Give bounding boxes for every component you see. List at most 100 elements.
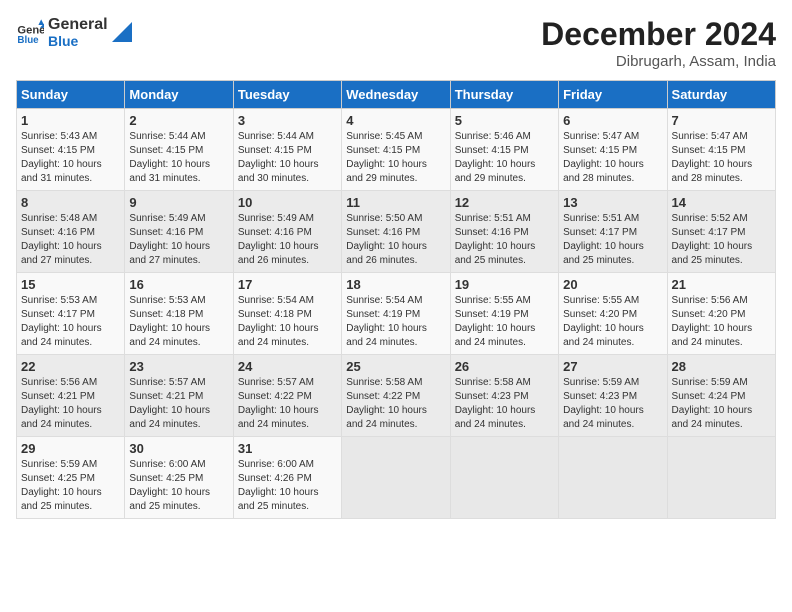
day-info: Sunrise: 5:50 AM Sunset: 4:16 PM Dayligh… xyxy=(346,212,445,268)
calendar-cell: 27 Sunrise: 5:59 AM Sunset: 4:23 PM Dayli… xyxy=(559,355,667,437)
day-number: 28 xyxy=(672,359,771,374)
col-sunday: Sunday xyxy=(17,81,125,109)
calendar-cell: 31Sunrise: 6:00 AM Sunset: 4:26 PM Dayli… xyxy=(233,437,341,519)
day-number: 29 xyxy=(21,441,120,456)
logo-arrow-icon xyxy=(112,22,132,42)
day-number: 17 xyxy=(238,277,337,292)
calendar-week-row: 15Sunrise: 5:53 AM Sunset: 4:17 PM Dayli… xyxy=(17,273,776,355)
day-info: Sunrise: 5:56 AM Sunset: 4:20 PM Dayligh… xyxy=(672,294,771,350)
calendar-cell: 8 Sunrise: 5:48 AM Sunset: 4:16 PM Daylig… xyxy=(17,191,125,273)
day-number: 14 xyxy=(672,195,771,210)
title-block: December 2024 Dibrugarh, Assam, India xyxy=(541,16,776,70)
calendar-cell: 9 Sunrise: 5:49 AM Sunset: 4:16 PM Daylig… xyxy=(125,191,233,273)
calendar: Sunday Monday Tuesday Wednesday Thursday… xyxy=(16,80,776,519)
day-info: Sunrise: 5:49 AM Sunset: 4:16 PM Dayligh… xyxy=(129,212,228,268)
day-number: 8 xyxy=(21,195,120,210)
day-info: Sunrise: 5:44 AM Sunset: 4:15 PM Dayligh… xyxy=(238,130,337,186)
logo-text-blue: Blue xyxy=(48,34,108,49)
calendar-week-row: 22 Sunrise: 5:56 AM Sunset: 4:21 PM Dayli… xyxy=(17,355,776,437)
calendar-cell: 15Sunrise: 5:53 AM Sunset: 4:17 PM Dayli… xyxy=(17,273,125,355)
day-info: Sunrise: 5:43 AM Sunset: 4:15 PM Dayligh… xyxy=(21,130,120,186)
calendar-cell: 17 Sunrise: 5:54 AM Sunset: 4:18 PM Dayli… xyxy=(233,273,341,355)
day-info: Sunrise: 5:57 AM Sunset: 4:21 PM Dayligh… xyxy=(129,376,228,432)
col-thursday: Thursday xyxy=(450,81,558,109)
calendar-header-row: Sunday Monday Tuesday Wednesday Thursday… xyxy=(17,81,776,109)
day-number: 19 xyxy=(455,277,554,292)
calendar-cell: 10 Sunrise: 5:49 AM Sunset: 4:16 PM Dayli… xyxy=(233,191,341,273)
day-number: 16 xyxy=(129,277,228,292)
day-number: 22 xyxy=(21,359,120,374)
day-number: 26 xyxy=(455,359,554,374)
day-info: Sunrise: 5:57 AM Sunset: 4:22 PM Dayligh… xyxy=(238,376,337,432)
calendar-cell: 14 Sunrise: 5:52 AM Sunset: 4:17 PM Dayli… xyxy=(667,191,775,273)
logo-text-general: General xyxy=(48,16,108,34)
day-info: Sunrise: 5:59 AM Sunset: 4:24 PM Dayligh… xyxy=(672,376,771,432)
day-number: 11 xyxy=(346,195,445,210)
day-number: 18 xyxy=(346,277,445,292)
day-number: 12 xyxy=(455,195,554,210)
day-number: 10 xyxy=(238,195,337,210)
day-info: Sunrise: 5:56 AM Sunset: 4:21 PM Dayligh… xyxy=(21,376,120,432)
day-info: Sunrise: 5:49 AM Sunset: 4:16 PM Dayligh… xyxy=(238,212,337,268)
calendar-cell: 23 Sunrise: 5:57 AM Sunset: 4:21 PM Dayli… xyxy=(125,355,233,437)
day-info: Sunrise: 5:59 AM Sunset: 4:25 PM Dayligh… xyxy=(21,458,120,514)
day-info: Sunrise: 5:45 AM Sunset: 4:15 PM Dayligh… xyxy=(346,130,445,186)
calendar-cell: 11 Sunrise: 5:50 AM Sunset: 4:16 PM Dayli… xyxy=(342,191,450,273)
calendar-week-row: 8 Sunrise: 5:48 AM Sunset: 4:16 PM Daylig… xyxy=(17,191,776,273)
calendar-cell xyxy=(342,437,450,519)
calendar-cell: 12 Sunrise: 5:51 AM Sunset: 4:16 PM Dayli… xyxy=(450,191,558,273)
header: General Blue General Blue December 2024 … xyxy=(16,16,776,70)
calendar-week-row: 1 Sunrise: 5:43 AM Sunset: 4:15 PM Daylig… xyxy=(17,109,776,191)
col-monday: Monday xyxy=(125,81,233,109)
day-info: Sunrise: 6:00 AM Sunset: 4:26 PM Dayligh… xyxy=(238,458,337,514)
day-number: 2 xyxy=(129,113,228,128)
calendar-cell: 13Sunrise: 5:51 AM Sunset: 4:17 PM Dayli… xyxy=(559,191,667,273)
day-info: Sunrise: 5:58 AM Sunset: 4:23 PM Dayligh… xyxy=(455,376,554,432)
calendar-cell: 21 Sunrise: 5:56 AM Sunset: 4:20 PM Dayli… xyxy=(667,273,775,355)
calendar-cell: 1 Sunrise: 5:43 AM Sunset: 4:15 PM Daylig… xyxy=(17,109,125,191)
col-tuesday: Tuesday xyxy=(233,81,341,109)
day-number: 6 xyxy=(563,113,662,128)
day-number: 27 xyxy=(563,359,662,374)
day-info: Sunrise: 5:52 AM Sunset: 4:17 PM Dayligh… xyxy=(672,212,771,268)
col-saturday: Saturday xyxy=(667,81,775,109)
calendar-cell: 20Sunrise: 5:55 AM Sunset: 4:20 PM Dayli… xyxy=(559,273,667,355)
day-number: 23 xyxy=(129,359,228,374)
calendar-cell: 26 Sunrise: 5:58 AM Sunset: 4:23 PM Dayli… xyxy=(450,355,558,437)
calendar-cell: 2 Sunrise: 5:44 AM Sunset: 4:15 PM Daylig… xyxy=(125,109,233,191)
calendar-cell: 19 Sunrise: 5:55 AM Sunset: 4:19 PM Dayli… xyxy=(450,273,558,355)
day-number: 9 xyxy=(129,195,228,210)
day-info: Sunrise: 5:47 AM Sunset: 4:15 PM Dayligh… xyxy=(672,130,771,186)
calendar-cell: 18 Sunrise: 5:54 AM Sunset: 4:19 PM Dayli… xyxy=(342,273,450,355)
day-info: Sunrise: 5:53 AM Sunset: 4:18 PM Dayligh… xyxy=(129,294,228,350)
calendar-cell: 5Sunrise: 5:46 AM Sunset: 4:15 PM Daylig… xyxy=(450,109,558,191)
calendar-cell: 22 Sunrise: 5:56 AM Sunset: 4:21 PM Dayli… xyxy=(17,355,125,437)
day-info: Sunrise: 5:54 AM Sunset: 4:19 PM Dayligh… xyxy=(346,294,445,350)
calendar-cell: 16 Sunrise: 5:53 AM Sunset: 4:18 PM Dayli… xyxy=(125,273,233,355)
calendar-cell: 28 Sunrise: 5:59 AM Sunset: 4:24 PM Dayli… xyxy=(667,355,775,437)
day-number: 30 xyxy=(129,441,228,456)
day-info: Sunrise: 5:55 AM Sunset: 4:19 PM Dayligh… xyxy=(455,294,554,350)
calendar-cell: 3 Sunrise: 5:44 AM Sunset: 4:15 PM Daylig… xyxy=(233,109,341,191)
day-number: 7 xyxy=(672,113,771,128)
day-info: Sunrise: 5:48 AM Sunset: 4:16 PM Dayligh… xyxy=(21,212,120,268)
day-info: Sunrise: 5:51 AM Sunset: 4:16 PM Dayligh… xyxy=(455,212,554,268)
day-number: 1 xyxy=(21,113,120,128)
day-number: 21 xyxy=(672,277,771,292)
day-number: 4 xyxy=(346,113,445,128)
month-title: December 2024 xyxy=(541,16,776,53)
day-number: 20 xyxy=(563,277,662,292)
calendar-cell: 29 Sunrise: 5:59 AM Sunset: 4:25 PM Dayli… xyxy=(17,437,125,519)
logo: General Blue General Blue xyxy=(16,16,132,49)
calendar-cell xyxy=(667,437,775,519)
day-number: 15 xyxy=(21,277,120,292)
day-info: Sunrise: 5:59 AM Sunset: 4:23 PM Dayligh… xyxy=(563,376,662,432)
day-number: 3 xyxy=(238,113,337,128)
calendar-cell: 25 Sunrise: 5:58 AM Sunset: 4:22 PM Dayli… xyxy=(342,355,450,437)
day-number: 25 xyxy=(346,359,445,374)
day-info: Sunrise: 5:54 AM Sunset: 4:18 PM Dayligh… xyxy=(238,294,337,350)
col-friday: Friday xyxy=(559,81,667,109)
calendar-cell xyxy=(450,437,558,519)
day-info: Sunrise: 5:44 AM Sunset: 4:15 PM Dayligh… xyxy=(129,130,228,186)
day-info: Sunrise: 5:58 AM Sunset: 4:22 PM Dayligh… xyxy=(346,376,445,432)
